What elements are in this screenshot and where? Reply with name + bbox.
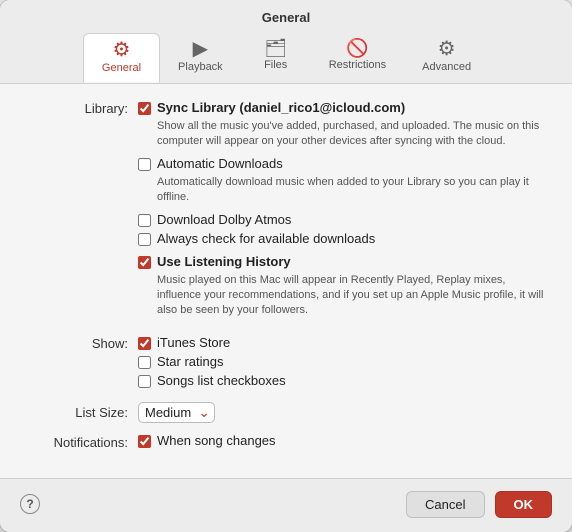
itunes-store-label: iTunes Store — [157, 335, 230, 350]
itunes-store-checkbox[interactable] — [138, 337, 151, 350]
tab-files-label: Files — [264, 59, 287, 71]
star-ratings-row: Star ratings — [138, 354, 544, 369]
auto-downloads-desc: Automatically download music when added … — [138, 175, 544, 206]
tab-advanced[interactable]: ⚙ Advanced — [404, 33, 489, 83]
footer-buttons: Cancel OK — [406, 491, 552, 518]
listening-history-desc: Music played on this Mac will appear in … — [138, 273, 544, 319]
cancel-button[interactable]: Cancel — [406, 491, 484, 518]
notifications-row: Notifications: When song changes — [28, 433, 544, 452]
tab-restrictions[interactable]: 🚫 Restrictions — [311, 33, 404, 83]
list-size-label: List Size: — [28, 404, 138, 420]
song-changes-label: When song changes — [157, 433, 276, 448]
tab-general[interactable]: ⚙ General — [83, 33, 160, 83]
tab-advanced-label: Advanced — [422, 61, 471, 73]
show-row: Show: iTunes Store Star ratings Songs li… — [28, 335, 544, 392]
sync-library-row: Sync Library (daniel_rico1@icloud.com) — [138, 100, 544, 115]
titlebar: General ⚙ General ▶ Playback 🗂 Files 🚫 R… — [0, 0, 572, 84]
sync-library-desc: Show all the music you've added, purchas… — [138, 119, 544, 150]
advanced-icon: ⚙ — [438, 39, 456, 59]
tab-bar: ⚙ General ▶ Playback 🗂 Files 🚫 Restricti… — [83, 33, 489, 83]
tab-files[interactable]: 🗂 Files — [241, 33, 311, 83]
song-changes-row: When song changes — [138, 433, 544, 448]
list-size-select-wrapper: Small Medium Large ⌄ — [138, 402, 215, 423]
tab-playback[interactable]: ▶ Playback — [160, 33, 241, 83]
song-changes-checkbox[interactable] — [138, 435, 151, 448]
footer: ? Cancel OK — [0, 478, 572, 532]
show-controls: iTunes Store Star ratings Songs list che… — [138, 335, 544, 392]
star-ratings-checkbox[interactable] — [138, 356, 151, 369]
available-downloads-checkbox[interactable] — [138, 233, 151, 246]
notifications-control: When song changes — [138, 433, 544, 452]
general-icon: ⚙ — [113, 40, 131, 60]
content-area: Library: Sync Library (daniel_rico1@iclo… — [0, 84, 572, 478]
dolby-row: Download Dolby Atmos — [138, 212, 544, 227]
playback-icon: ▶ — [193, 39, 208, 59]
tab-general-label: General — [102, 62, 141, 74]
help-button[interactable]: ? — [20, 494, 40, 514]
settings-window: General ⚙ General ▶ Playback 🗂 Files 🚫 R… — [0, 0, 572, 532]
auto-downloads-label: Automatic Downloads — [157, 156, 283, 171]
available-downloads-row: Always check for available downloads — [138, 231, 544, 246]
window-title: General — [262, 10, 310, 25]
dolby-checkbox[interactable] — [138, 214, 151, 227]
notifications-label: Notifications: — [28, 434, 138, 450]
library-label: Library: — [28, 100, 138, 116]
listening-history-checkbox[interactable] — [138, 256, 151, 269]
list-size-row: List Size: Small Medium Large ⌄ — [28, 402, 544, 423]
tab-restrictions-label: Restrictions — [329, 59, 386, 71]
list-size-control: Small Medium Large ⌄ — [138, 402, 544, 423]
available-downloads-label: Always check for available downloads — [157, 231, 375, 246]
sync-library-label: Sync Library (daniel_rico1@icloud.com) — [157, 100, 405, 115]
sync-library-checkbox[interactable] — [138, 102, 151, 115]
list-size-select[interactable]: Small Medium Large — [138, 402, 215, 423]
files-icon: 🗂 — [264, 39, 287, 57]
songs-checkboxes-row: Songs list checkboxes — [138, 373, 544, 388]
ok-button[interactable]: OK — [495, 491, 553, 518]
auto-downloads-row: Automatic Downloads — [138, 156, 544, 171]
itunes-store-row: iTunes Store — [138, 335, 544, 350]
auto-downloads-checkbox[interactable] — [138, 158, 151, 171]
dolby-label: Download Dolby Atmos — [157, 212, 291, 227]
restrictions-icon: 🚫 — [346, 39, 368, 57]
songs-checkboxes-label: Songs list checkboxes — [157, 373, 286, 388]
library-controls: Sync Library (daniel_rico1@icloud.com) S… — [138, 100, 544, 325]
songs-checkboxes-checkbox[interactable] — [138, 375, 151, 388]
show-label: Show: — [28, 335, 138, 351]
star-ratings-label: Star ratings — [157, 354, 223, 369]
tab-playback-label: Playback — [178, 61, 223, 73]
listening-history-row: Use Listening History — [138, 254, 544, 269]
library-row: Library: Sync Library (daniel_rico1@iclo… — [28, 100, 544, 325]
listening-history-label: Use Listening History — [157, 254, 291, 269]
